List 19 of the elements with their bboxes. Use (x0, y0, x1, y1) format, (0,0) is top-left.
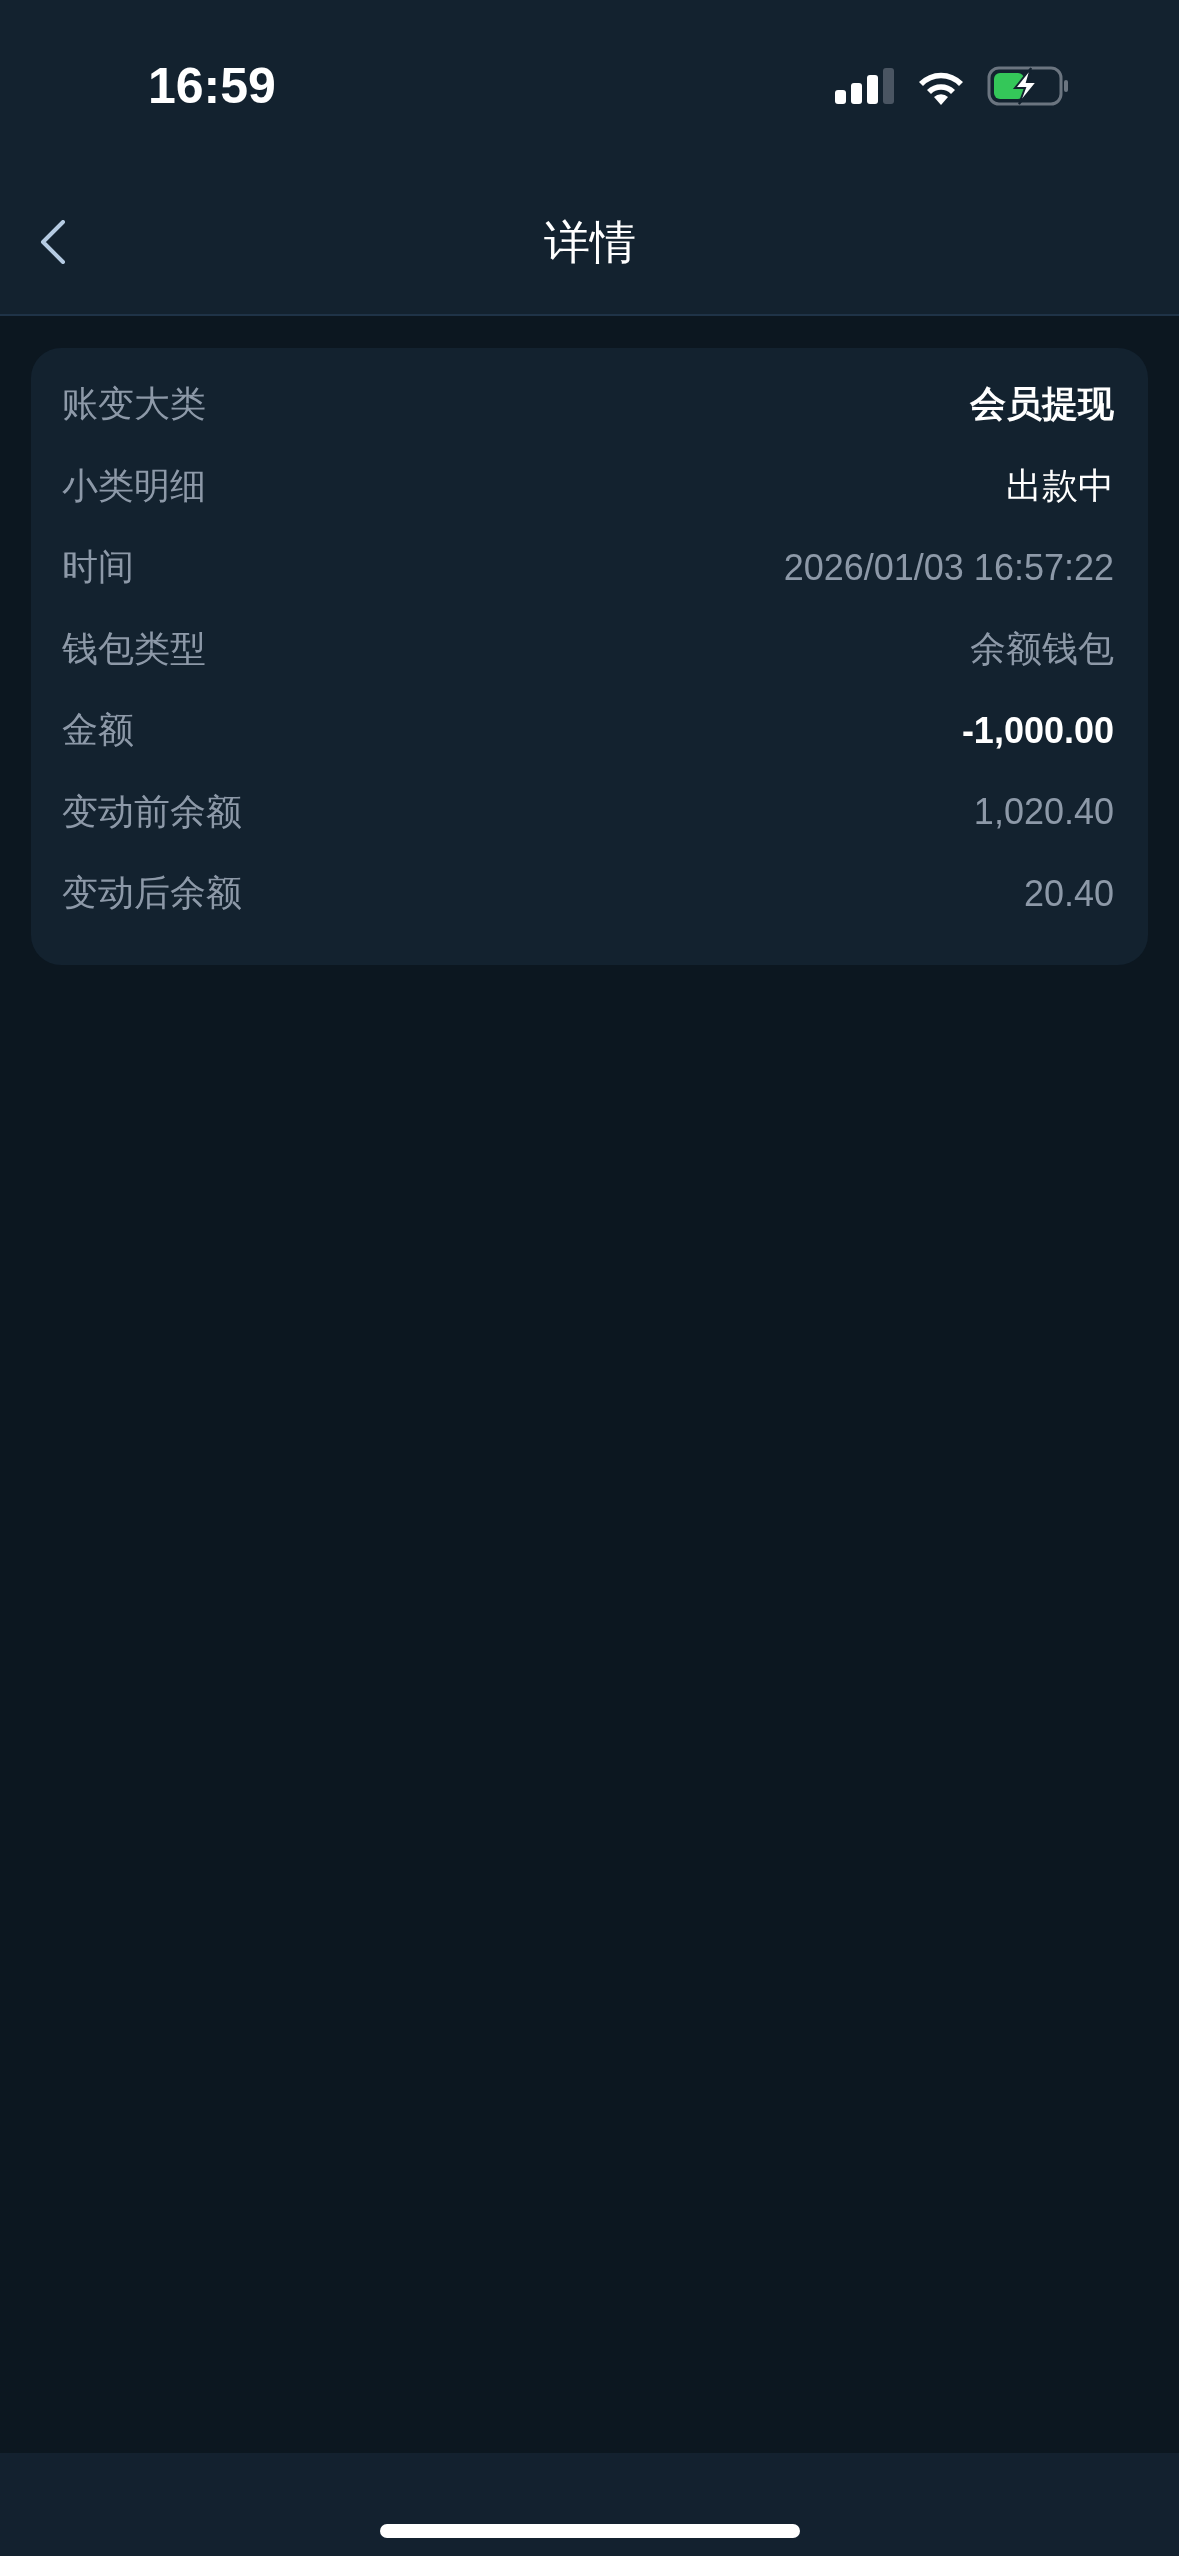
detail-label: 变动前余额 (62, 789, 242, 834)
detail-label: 账变大类 (62, 382, 206, 427)
detail-value: 会员提现 (970, 382, 1114, 427)
detail-value: 1,020.40 (973, 791, 1114, 834)
detail-value: 2026/01/03 16:57:22 (783, 546, 1114, 589)
detail-label: 变动后余额 (62, 871, 242, 916)
back-icon[interactable] (40, 220, 66, 264)
detail-value: 出款中 (1006, 463, 1114, 508)
detail-label: 金额 (62, 708, 134, 753)
battery-icon (987, 66, 1069, 106)
detail-label: 时间 (62, 545, 134, 590)
detail-value: -1,000.00 (961, 709, 1114, 752)
page-title: 详情 (543, 214, 636, 271)
detail-label: 钱包类型 (62, 626, 206, 671)
detail-value: 余额钱包 (970, 626, 1114, 671)
detail-label: 小类明细 (62, 463, 206, 508)
status-time: 16:59 (148, 57, 276, 115)
signal-icon (835, 68, 895, 104)
detail-value: 20.40 (1023, 872, 1114, 915)
